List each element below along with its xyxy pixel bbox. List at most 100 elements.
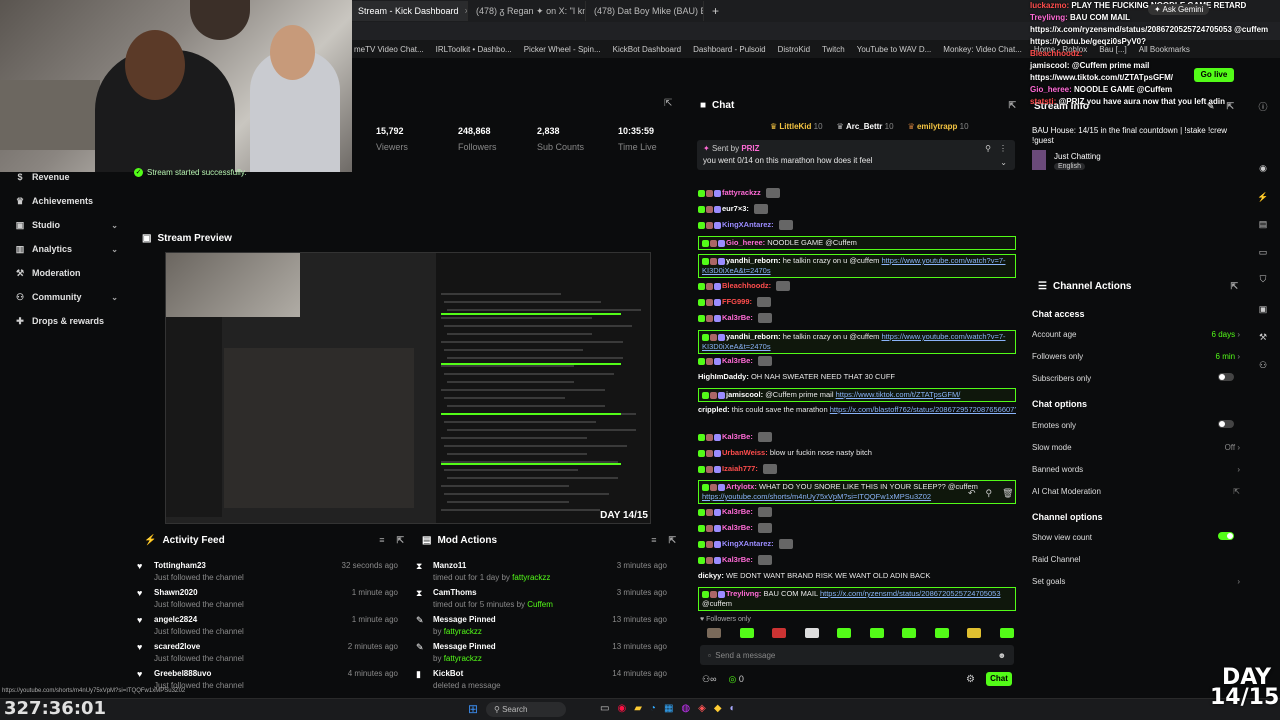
chat-username[interactable]: Artylotx:: [726, 482, 757, 491]
chat-message[interactable]: dickyy: WE DONT WANT BRAND RISK WE WANT …: [698, 571, 1016, 581]
chat-link[interactable]: https://www.tiktok.com/t/ZTATpsGFM/: [836, 390, 961, 399]
filter-icon[interactable]: ≡: [379, 535, 384, 545]
followers-only-option[interactable]: Followers only 6 min ›: [1032, 352, 1240, 361]
show-view-count-option[interactable]: Show view count: [1032, 532, 1240, 542]
chat-username[interactable]: eur7×3:: [722, 204, 749, 213]
bookmark-item[interactable]: KickBot Dashboard: [613, 45, 681, 54]
chat-message[interactable]: KingXAntarez:: [698, 539, 1016, 550]
info-icon[interactable]: ⓘ: [1256, 100, 1270, 114]
mod-action-moderator[interactable]: fattyrackzz: [444, 654, 482, 663]
emotes-only-option[interactable]: Emotes only: [1032, 420, 1240, 430]
sidebar-item-community[interactable]: ⚇ Community ⌄: [0, 285, 128, 309]
bookmark-item[interactable]: YouTube to WAV D...: [857, 45, 932, 54]
sidebar-item-revenue[interactable]: $ Revenue: [0, 165, 128, 189]
emote-icon[interactable]: [934, 628, 949, 638]
popout-icon[interactable]: ⇱: [1226, 101, 1234, 112]
emote-icon[interactable]: [804, 628, 819, 638]
chat-link[interactable]: https://youtube.com/shorts/m4nUy75xVpM?s…: [702, 492, 931, 501]
chat-username[interactable]: KingXAntarez:: [722, 539, 774, 548]
show-view-count-toggle[interactable]: [1218, 532, 1234, 540]
chat-username[interactable]: Gio_heree:: [726, 238, 765, 247]
community-icon[interactable]: ⚇: [1256, 360, 1270, 374]
subscribers-only-option[interactable]: Subscribers only: [1032, 373, 1240, 383]
chat-message[interactable]: Kal3rBe:: [698, 523, 1016, 534]
banned-words-option[interactable]: Banned words ›: [1032, 465, 1240, 474]
chat-message[interactable]: UrbanWeiss: blow ur fuckin nose nasty bi…: [698, 448, 1016, 458]
expand-icon[interactable]: ⇱: [668, 535, 676, 546]
chevron-down-icon[interactable]: ⌄: [1000, 158, 1007, 167]
pin-icon[interactable]: ⚲: [986, 488, 993, 499]
chat-message[interactable]: Gio_heree: NOODLE GAME @Cuffem: [698, 236, 1016, 250]
chat-message[interactable]: FFG999:: [698, 297, 1016, 308]
windows-start-icon[interactable]: ⊞: [468, 702, 478, 716]
mod-action-moderator[interactable]: Cuffem: [527, 600, 553, 609]
bookmark-item[interactable]: Dashboard - Pulsoid: [693, 45, 765, 54]
chat-username[interactable]: fattyrackzz: [722, 188, 761, 197]
camera-icon[interactable]: ◉: [1256, 163, 1270, 177]
chat-message[interactable]: Bleachhoodz:: [698, 281, 1016, 292]
edge-icon[interactable]: ◔: [650, 703, 656, 714]
bookmark-item[interactable]: IRLToolkit • Dashbo...: [436, 45, 512, 54]
sidebar-item-achievements[interactable]: ♛ Achievements: [0, 189, 128, 213]
chat-username[interactable]: UrbanWeiss:: [722, 448, 768, 457]
cards-icon[interactable]: ▣: [1256, 304, 1270, 318]
chat-link[interactable]: https://x.com/ryzensmd/status/2086720525…: [820, 589, 1001, 598]
chat-username[interactable]: Kal3rBe:: [722, 523, 753, 532]
chat-message[interactable]: Izaiah777:: [698, 464, 1016, 475]
folder-icon[interactable]: ▰: [634, 703, 642, 714]
chat-link[interactable]: https://x.com/blastoff762/status/2086729…: [830, 405, 1016, 414]
chat-username[interactable]: dickyy:: [698, 571, 724, 580]
chat-username[interactable]: crippled:: [698, 405, 730, 414]
gavel-icon[interactable]: ⚒: [1256, 332, 1270, 346]
sidebar-item-moderation[interactable]: ⚒ Moderation: [0, 261, 128, 285]
chat-username[interactable]: Treylivng:: [726, 589, 761, 598]
emote-icon[interactable]: [999, 628, 1014, 638]
chat-username[interactable]: FFG999:: [722, 297, 752, 306]
obs-icon[interactable]: ◍: [681, 703, 690, 714]
set-goals-option[interactable]: Set goals ›: [1032, 577, 1240, 586]
chat-username[interactable]: Kal3rBe:: [722, 432, 753, 441]
chat-message[interactable]: yandhi_reborn: he talkin crazy on u @cuf…: [698, 254, 1016, 278]
reply-icon[interactable]: ↶: [968, 488, 976, 499]
emote-icon[interactable]: [772, 628, 787, 638]
ai-moderation-option[interactable]: AI Chat Moderation ⇱: [1032, 487, 1240, 496]
chat-message[interactable]: Treylivng: BAU COM MAIL https://x.com/ry…: [698, 587, 1016, 611]
expand-stats-icon[interactable]: ⇱: [664, 98, 672, 109]
discord-icon[interactable]: ◐: [730, 703, 736, 714]
chat-username[interactable]: Kal3rBe:: [722, 555, 753, 564]
chat-username[interactable]: Kal3rBe:: [722, 507, 753, 516]
chat-message[interactable]: eur7×3:: [698, 204, 1016, 215]
chat-message[interactable]: Kal3rBe:: [698, 555, 1016, 566]
sidebar-item-analytics[interactable]: ▥ Analytics ⌄: [0, 237, 128, 261]
subscribers-only-toggle[interactable]: [1218, 373, 1234, 381]
store-icon[interactable]: ▦: [664, 703, 673, 714]
chat-username[interactable]: yandhi_reborn:: [726, 332, 781, 341]
chat-message[interactable]: fattyrackzz: [698, 188, 1016, 199]
emote-icon[interactable]: [869, 628, 884, 638]
stream-preview[interactable]: DAY 14/15: [165, 252, 651, 524]
sidebar-item-drops-rewards[interactable]: ✚ Drops & rewards: [0, 309, 128, 333]
more-options-icon[interactable]: ⋮: [999, 144, 1007, 153]
account-age-option[interactable]: Account age 6 days ›: [1032, 330, 1240, 339]
mod-action-moderator[interactable]: fattyrackzz: [512, 573, 550, 582]
bookmark-item[interactable]: All Bookmarks: [1139, 45, 1190, 54]
bookmark-item[interactable]: meTV Video Chat...: [354, 45, 424, 54]
pinned-message[interactable]: ✦ Sent by PRIZ you went 0/14 on this mar…: [697, 140, 1015, 170]
chat-message[interactable]: Kal3rBe:: [698, 432, 1016, 443]
emotes-only-toggle[interactable]: [1218, 420, 1234, 428]
chat-username[interactable]: Bleachhoodz:: [722, 281, 771, 290]
raid-channel-option[interactable]: Raid Channel: [1032, 555, 1240, 564]
chat-message[interactable]: yandhi_reborn: he talkin crazy on u @cuf…: [698, 330, 1016, 354]
chrome-icon[interactable]: ◉: [617, 703, 626, 714]
taskbar-search[interactable]: ⚲ Search: [486, 702, 566, 717]
chat-username[interactable]: HighImDaddy:: [698, 372, 749, 381]
app-icon[interactable]: ◈: [698, 703, 706, 714]
popout-icon[interactable]: ⇱: [1008, 100, 1016, 111]
chat-message[interactable]: Kal3rBe:: [698, 356, 1016, 367]
go-live-button[interactable]: Go live: [1194, 68, 1234, 82]
emote-icon[interactable]: [902, 628, 917, 638]
filter-icon[interactable]: ≡: [651, 535, 656, 545]
settings-icon[interactable]: ⚙: [966, 674, 975, 685]
emoji-icon[interactable]: ☻: [998, 651, 1006, 660]
bookmark-item[interactable]: Monkey: Video Chat...: [943, 45, 1022, 54]
